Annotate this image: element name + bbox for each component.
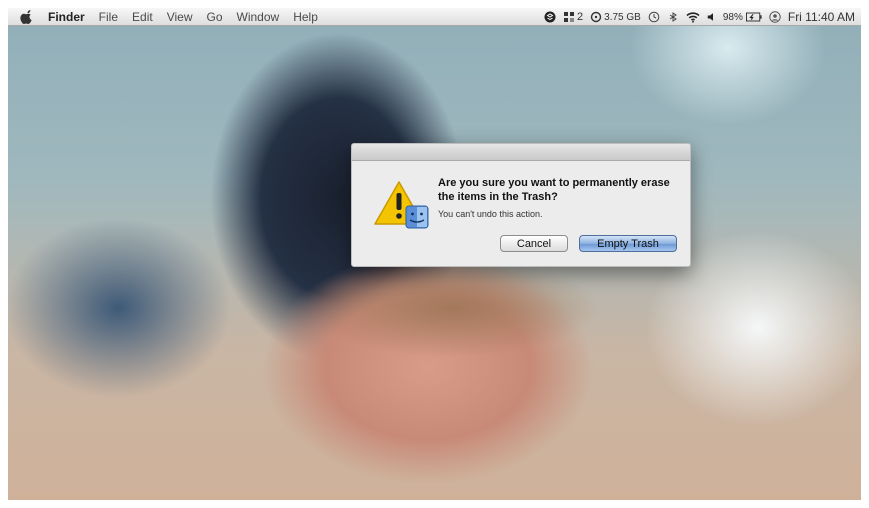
disk-space-menu[interactable]: 3.75 GB — [590, 11, 641, 23]
menu-file[interactable]: File — [99, 10, 118, 24]
menu-view[interactable]: View — [167, 10, 193, 24]
battery-percent: 98% — [722, 11, 743, 23]
wifi-icon[interactable] — [686, 11, 700, 23]
user-account-icon[interactable] — [769, 11, 781, 23]
menu-bar: Finder File Edit View Go Window Help 2 3… — [8, 8, 861, 26]
time-machine-icon[interactable] — [648, 11, 660, 23]
battery-menu[interactable]: 98% — [723, 11, 762, 23]
empty-trash-button[interactable]: Empty Trash — [579, 235, 677, 252]
cancel-button[interactable]: Cancel — [500, 235, 568, 252]
alert-informative-text: You can't undo this action. — [438, 209, 543, 219]
spaces-count: 2 — [577, 11, 584, 23]
finder-badge-icon — [405, 205, 429, 229]
volume-icon[interactable] — [707, 11, 716, 23]
free-space-readout: 3.75 GB — [604, 11, 641, 23]
menu-go[interactable]: Go — [207, 10, 223, 24]
desktop: Finder File Edit View Go Window Help 2 3… — [8, 8, 861, 500]
warning-icon — [374, 181, 429, 229]
menu-window[interactable]: Window — [237, 10, 280, 24]
menu-clock[interactable]: Fri 11:40 AM — [788, 10, 855, 24]
spaces-icon — [564, 12, 575, 22]
dropbox-icon[interactable] — [544, 11, 556, 23]
menu-edit[interactable]: Edit — [132, 10, 153, 24]
dialog-titlebar — [352, 144, 690, 161]
apple-menu-icon[interactable] — [20, 9, 34, 24]
battery-icon — [745, 12, 762, 22]
empty-trash-alert: Are you sure you want to permanently era… — [351, 143, 691, 267]
spaces-menu[interactable]: 2 — [563, 11, 583, 23]
menu-help[interactable]: Help — [293, 10, 318, 24]
alert-message: Are you sure you want to permanently era… — [438, 177, 670, 203]
disk-icon — [590, 11, 602, 23]
menu-finder[interactable]: Finder — [48, 10, 85, 24]
status-menus: 2 3.75 GB 98% Fri 11:40 AM — [544, 8, 855, 26]
bluetooth-icon[interactable] — [667, 11, 679, 23]
